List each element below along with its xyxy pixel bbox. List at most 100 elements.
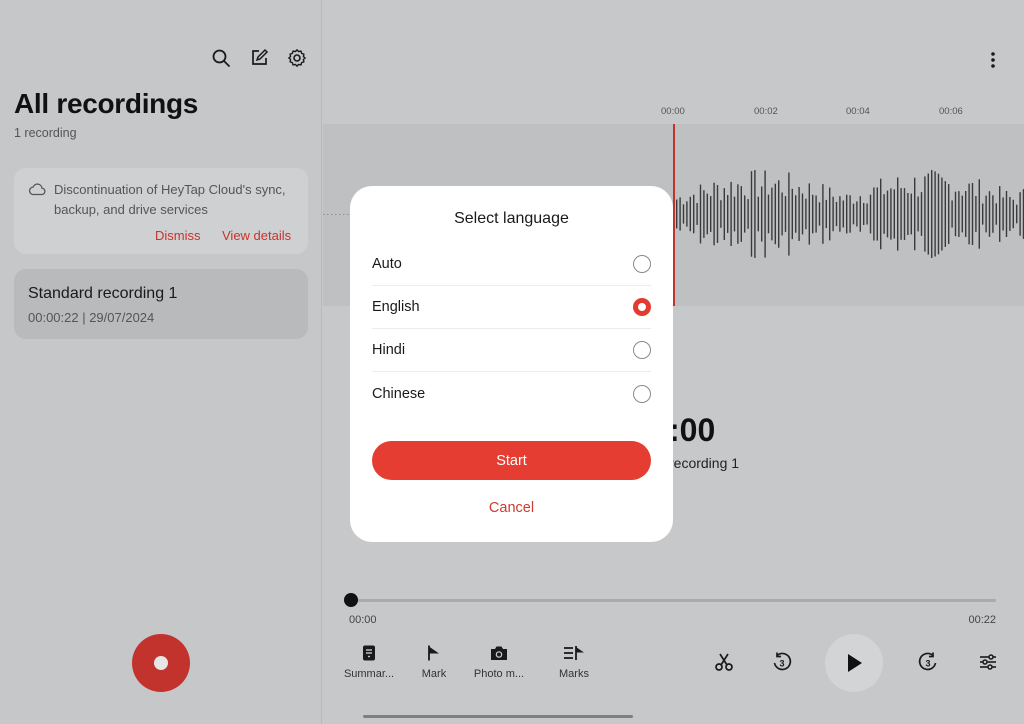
camera-icon [491, 646, 507, 660]
waveform-bar [886, 190, 889, 238]
photo-mark-tool[interactable]: Photo m... [469, 644, 529, 680]
recording-list-item[interactable]: Standard recording 1 00:00:22 | 29/07/20… [14, 269, 308, 339]
dismiss-link[interactable]: Dismiss [155, 228, 201, 243]
waveform-bar [890, 188, 892, 240]
trim-scissors-icon[interactable] [712, 650, 736, 674]
recording-meta: 00:00:22 | 29/07/2024 [28, 310, 155, 325]
waveform-bar [686, 201, 688, 227]
waveform-bar [774, 183, 776, 245]
waveform-bar [975, 196, 977, 232]
playback-progress-bar[interactable] [344, 593, 996, 607]
waveform-bar [737, 184, 739, 244]
waveform-bar [849, 195, 851, 233]
waveform-bar [941, 177, 943, 251]
waveform-bar [948, 184, 950, 244]
language-option-auto[interactable]: Auto [372, 243, 651, 286]
search-icon[interactable] [211, 48, 231, 68]
waveform-bar [825, 199, 827, 229]
waveform-bar [822, 184, 824, 244]
language-option-chinese[interactable]: Chinese [372, 372, 651, 415]
timeline-tick: 00:02 [754, 106, 778, 117]
more-options-icon[interactable] [990, 50, 996, 70]
forward-3s-icon[interactable]: 3 [916, 650, 940, 674]
language-option-english[interactable]: English [372, 286, 651, 329]
sidebar-toolbar [211, 48, 307, 68]
waveform-bar [1005, 191, 1008, 237]
select-language-dialog: Select language Auto English Hindi Chine… [350, 186, 673, 542]
waveform-bar [897, 177, 899, 251]
waveform-bar [910, 193, 912, 235]
mark-tool[interactable]: Mark [404, 644, 464, 680]
waveform-bar [961, 195, 963, 233]
waveform-bar [754, 170, 756, 258]
waveform-bar [900, 188, 902, 240]
waveform-bar [995, 203, 997, 225]
waveform-bar [832, 196, 834, 232]
settings-gear-icon[interactable] [287, 48, 307, 68]
waveform-bar [965, 191, 967, 237]
marks-list-icon [564, 646, 584, 660]
edit-icon[interactable] [249, 48, 269, 68]
timeline-tick: 00:06 [939, 106, 963, 117]
waveform-bar [767, 194, 770, 234]
play-button[interactable] [825, 634, 883, 692]
timeline-tick: 00:00 [661, 106, 685, 117]
waveform-bar [859, 196, 861, 232]
waveform-bar [679, 197, 681, 231]
waveform-bar [907, 193, 909, 235]
radio-unselected-icon[interactable] [633, 341, 651, 359]
waveform-bar [798, 187, 800, 241]
waveform-bar [927, 173, 929, 255]
waveform-bar [829, 187, 831, 241]
start-button[interactable]: Start [372, 441, 651, 480]
cloud-notice-card: Discontinuation of HeyTap Cloud's sync, … [14, 168, 308, 254]
waveform-bar [727, 195, 729, 233]
recording-name: Standard recording 1 [28, 285, 178, 302]
option-label: Hindi [372, 342, 406, 358]
progress-knob[interactable] [344, 593, 358, 607]
timeline-ruler: 00:00 00:02 00:04 00:06 [323, 100, 1024, 120]
waveform-bar [924, 176, 926, 252]
rewind-3s-icon[interactable]: 3 [770, 650, 794, 674]
waveform-bar [1016, 204, 1018, 224]
cloud-icon [28, 182, 46, 201]
waveform-bar [914, 177, 916, 251]
waveform-bar [1002, 197, 1004, 231]
language-option-hindi[interactable]: Hindi [372, 329, 651, 372]
mark-flag-icon [428, 645, 439, 661]
summary-tool[interactable]: Summar... [339, 644, 399, 680]
mark-label: Mark [421, 668, 447, 680]
waveform-bar [852, 203, 855, 225]
waveform-bar [771, 187, 773, 241]
radio-unselected-icon[interactable] [633, 255, 651, 273]
waveform-bar [992, 195, 994, 233]
waveform-bar [812, 194, 814, 234]
playhead[interactable] [673, 124, 675, 306]
waveform-bar [835, 201, 838, 227]
marks-tool[interactable]: Marks [544, 644, 604, 680]
waveform-bar [999, 186, 1001, 242]
waveform-bar [778, 180, 780, 248]
equalizer-settings-icon[interactable] [976, 650, 1000, 674]
waveform-bar [784, 196, 787, 232]
waveform-bar [818, 202, 821, 226]
record-button[interactable] [132, 634, 190, 692]
home-indicator [363, 715, 633, 718]
cancel-button[interactable]: Cancel [350, 500, 673, 516]
waveform-bar [730, 181, 732, 246]
waveform-bar [761, 186, 763, 242]
waveform-bar [750, 171, 753, 257]
waveform-bar [713, 182, 715, 246]
waveform-bar [883, 194, 885, 234]
option-label: Auto [372, 256, 402, 272]
waveform-bar [791, 188, 793, 240]
dialog-title: Select language [454, 210, 569, 227]
waveform-bar [958, 191, 960, 237]
waveform-bar [982, 203, 984, 225]
radio-selected-icon[interactable] [633, 298, 651, 316]
view-details-link[interactable]: View details [222, 228, 291, 243]
waveform-bar [693, 194, 695, 234]
waveform-bar [856, 201, 858, 227]
radio-unselected-icon[interactable] [633, 384, 651, 403]
waveform-bar [764, 170, 766, 258]
